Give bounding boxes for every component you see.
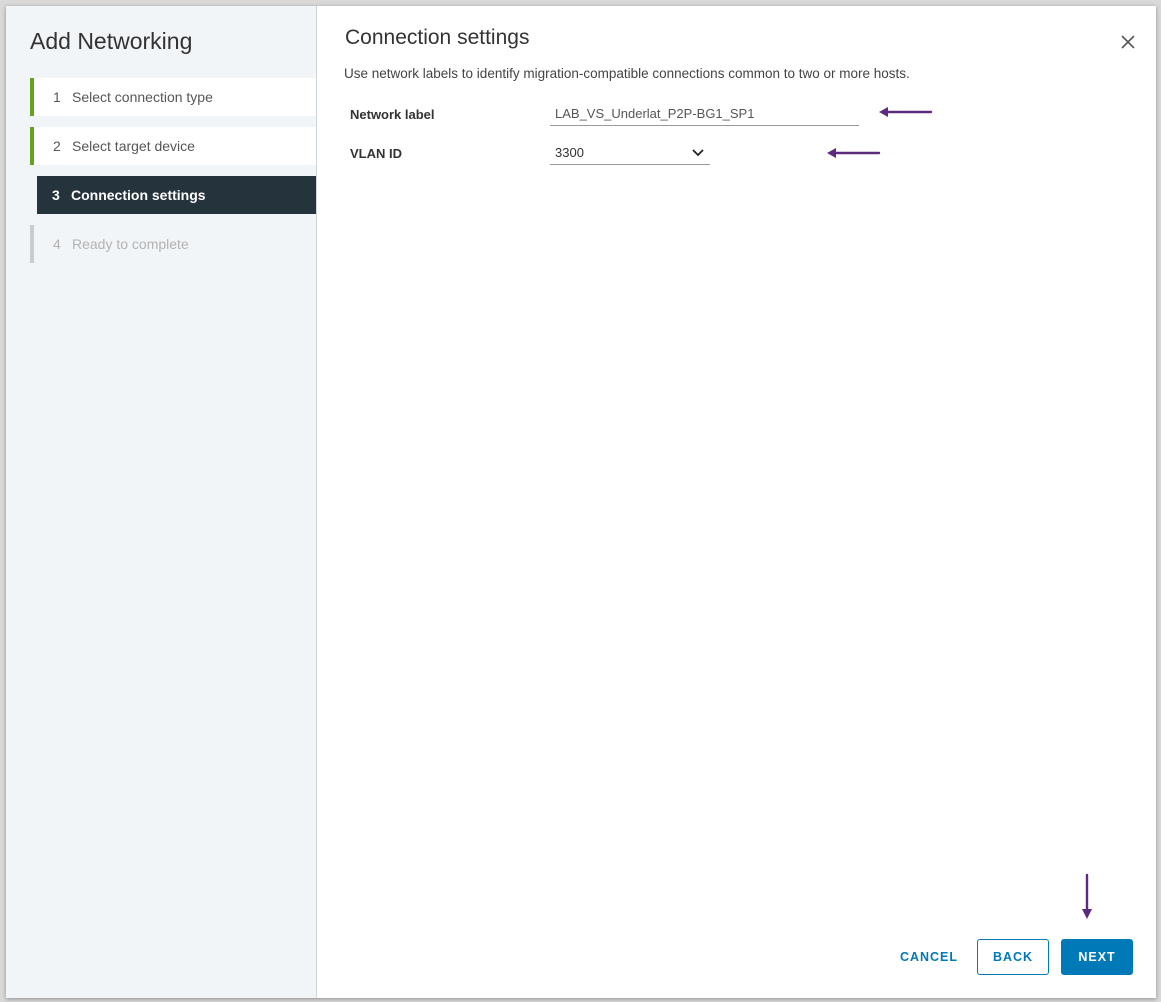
wizard-steps: 1 Select connection type 2 Select target… xyxy=(30,78,316,274)
step-number: 2 xyxy=(53,138,61,154)
add-networking-dialog: Add Networking 1 Select connection type … xyxy=(6,6,1156,998)
step-select-connection-type[interactable]: 1 Select connection type xyxy=(30,78,316,116)
chevron-down-icon xyxy=(692,148,704,156)
page-title: Connection settings xyxy=(345,26,530,49)
step-ready-to-complete: 4 Ready to complete xyxy=(30,225,316,263)
step-label: Select connection type xyxy=(72,89,213,105)
wizard-title: Add Networking xyxy=(30,28,193,54)
vlan-id-row: VLAN ID 3300 xyxy=(350,141,710,165)
vlan-id-select[interactable]: 3300 xyxy=(550,141,710,165)
annotation-arrow-down-icon xyxy=(1082,873,1092,919)
close-button[interactable] xyxy=(1118,32,1138,52)
network-label-input[interactable] xyxy=(550,102,859,126)
step-number: 1 xyxy=(53,89,61,105)
annotation-arrow-left-icon xyxy=(827,148,881,158)
cancel-button[interactable]: CANCEL xyxy=(891,939,967,975)
back-button[interactable]: BACK xyxy=(977,939,1049,975)
step-number: 4 xyxy=(53,236,61,252)
wizard-content: Connection settings Use network labels t… xyxy=(317,6,1156,998)
network-label-label: Network label xyxy=(350,106,435,122)
vlan-id-label: VLAN ID xyxy=(350,145,402,161)
vlan-id-value: 3300 xyxy=(555,145,584,160)
network-label-row: Network label xyxy=(350,102,859,126)
step-connection-settings[interactable]: 3 Connection settings xyxy=(37,176,316,214)
step-label: Connection settings xyxy=(71,187,206,203)
step-label: Select target device xyxy=(72,138,195,154)
step-select-target-device[interactable]: 2 Select target device xyxy=(30,127,316,165)
page-description: Use network labels to identify migration… xyxy=(344,66,910,81)
next-button[interactable]: NEXT xyxy=(1061,939,1133,975)
step-label: Ready to complete xyxy=(72,236,189,252)
close-icon xyxy=(1121,35,1135,49)
annotation-arrow-left-icon xyxy=(879,107,933,117)
wizard-sidebar: Add Networking 1 Select connection type … xyxy=(6,6,317,998)
step-number: 3 xyxy=(52,187,60,203)
